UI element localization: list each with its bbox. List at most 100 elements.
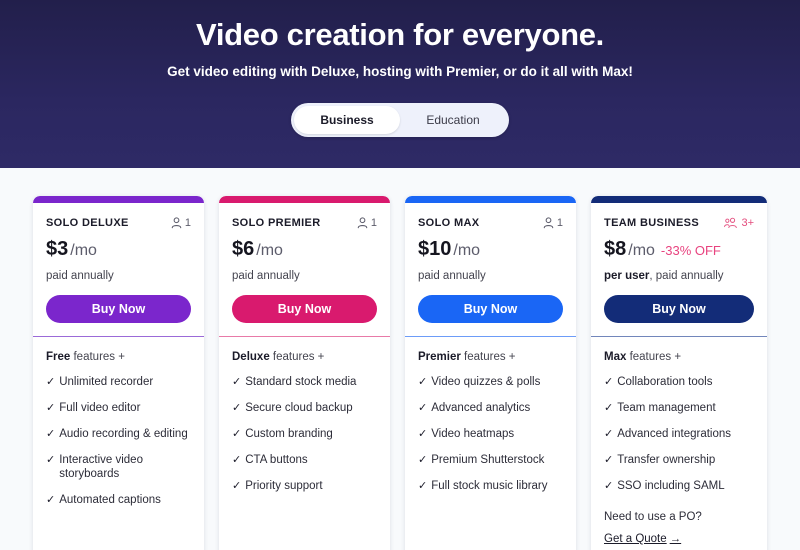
check-icon: ✓ bbox=[232, 376, 242, 388]
card-header: SOLO DELUXE 1 $3 /mo paid annually Buy N… bbox=[33, 203, 204, 336]
card-features: Free features + ✓ Unlimited recorder ✓ Ful… bbox=[33, 337, 204, 550]
seat-count-badge: 1 bbox=[543, 217, 563, 229]
feature-label: Transfer ownership bbox=[617, 454, 716, 466]
feature-label: Interactive video storyboards bbox=[59, 454, 143, 480]
check-icon: ✓ bbox=[418, 480, 428, 492]
buy-now-button[interactable]: Buy Now bbox=[604, 295, 754, 323]
seat-count-label: 1 bbox=[556, 217, 563, 229]
feature-label: Secure cloud backup bbox=[245, 402, 353, 414]
check-icon: ✓ bbox=[604, 402, 614, 414]
discount-badge: -33% OFF bbox=[660, 243, 721, 258]
feature-item: ✓ Full video editor bbox=[46, 401, 191, 415]
toggle-option-education[interactable]: Education bbox=[400, 106, 506, 134]
plan-name: SOLO PREMIER bbox=[232, 217, 321, 229]
price-period: /mo bbox=[453, 242, 481, 259]
feature-item: ✓ Collaboration tools bbox=[604, 375, 754, 389]
price-note: paid annually bbox=[418, 270, 486, 282]
card-header: SOLO PREMIER 1 $6 /mo paid annually Buy … bbox=[219, 203, 390, 336]
features-title: Free features + bbox=[46, 351, 191, 363]
price-amount: $3 bbox=[46, 238, 69, 260]
feature-label: Collaboration tools bbox=[617, 376, 713, 388]
feature-label: Unlimited recorder bbox=[59, 376, 154, 388]
check-icon: ✓ bbox=[418, 376, 428, 388]
feature-label: Priority support bbox=[245, 480, 323, 492]
feature-item: ✓ Premium Shutterstock bbox=[418, 453, 563, 467]
single-person-icon bbox=[543, 217, 554, 229]
plan-name: SOLO DELUXE bbox=[46, 217, 129, 229]
card-features: Max features + ✓ Collaboration tools ✓ Tea… bbox=[591, 337, 767, 550]
feature-label: Team management bbox=[617, 402, 716, 414]
feature-item: ✓ Standard stock media bbox=[232, 375, 377, 389]
check-icon: ✓ bbox=[232, 480, 242, 492]
feature-label: Premium Shutterstock bbox=[431, 454, 545, 466]
price-period: /mo bbox=[256, 242, 283, 259]
features-title-rest: features + bbox=[269, 351, 325, 363]
price-row: $6 /mo bbox=[232, 238, 377, 261]
pricing-card-solo-max: SOLO MAX 1 $10 /mo paid annually Buy Now bbox=[405, 196, 576, 550]
card-header: SOLO MAX 1 $10 /mo paid annually Buy Now bbox=[405, 203, 576, 336]
feature-item: ✓ Full stock music library bbox=[418, 479, 563, 493]
plan-name: TEAM BUSINESS bbox=[604, 217, 700, 229]
features-title-tier: Max bbox=[604, 351, 627, 363]
check-icon: ✓ bbox=[232, 402, 242, 414]
seat-count-badge: 1 bbox=[357, 217, 377, 229]
feature-label: Audio recording & editing bbox=[59, 428, 188, 440]
card-features: Deluxe features + ✓ Standard stock media … bbox=[219, 337, 390, 550]
feature-item: ✓ Audio recording & editing bbox=[46, 427, 191, 441]
buy-now-button[interactable]: Buy Now bbox=[232, 295, 377, 323]
features-title-tier: Premier bbox=[418, 351, 461, 363]
features-title-rest: features + bbox=[70, 351, 125, 363]
price-note: paid annually bbox=[46, 270, 114, 282]
price-note-rest: , paid annually bbox=[649, 270, 724, 282]
price-row: $8 /mo -33% OFF bbox=[604, 238, 754, 261]
feature-item: ✓ Video quizzes & polls bbox=[418, 375, 563, 389]
feature-label: Automated captions bbox=[59, 494, 161, 506]
buy-now-button[interactable]: Buy Now bbox=[46, 295, 191, 323]
price-amount: $10 bbox=[418, 238, 452, 260]
feature-item: ✓ Priority support bbox=[232, 479, 377, 493]
price-note: per user, paid annually bbox=[604, 270, 754, 282]
buy-now-button[interactable]: Buy Now bbox=[418, 295, 563, 323]
feature-item: ✓ SSO including SAML bbox=[604, 479, 754, 493]
pricing-card-solo-premier: SOLO PREMIER 1 $6 /mo paid annually Buy … bbox=[219, 196, 390, 550]
get-a-quote-link[interactable]: Get a Quote → bbox=[604, 533, 681, 545]
features-title-rest: features + bbox=[460, 351, 516, 363]
feature-label: Standard stock media bbox=[245, 376, 357, 388]
feature-item: ✓ Unlimited recorder bbox=[46, 375, 191, 389]
card-accent-bar bbox=[405, 196, 576, 203]
card-accent-bar bbox=[591, 196, 767, 203]
card-features: Premier features + ✓ Video quizzes & poll… bbox=[405, 337, 576, 550]
toggle-option-business[interactable]: Business bbox=[294, 106, 400, 134]
audience-toggle[interactable]: Business Education bbox=[291, 103, 509, 137]
feature-label: SSO including SAML bbox=[617, 480, 725, 492]
check-icon: ✓ bbox=[46, 402, 56, 414]
check-icon: ✓ bbox=[418, 428, 428, 440]
feature-label: CTA buttons bbox=[245, 454, 308, 466]
feature-item: ✓ Team management bbox=[604, 401, 754, 415]
pricing-card-team-business: TEAM BUSINESS 3+ $8 /mo -33% OFF per use… bbox=[591, 196, 767, 550]
seat-count-label: 3+ bbox=[741, 217, 754, 229]
check-icon: ✓ bbox=[46, 494, 56, 506]
feature-item: ✓ Custom branding bbox=[232, 427, 377, 441]
feature-label: Custom branding bbox=[245, 428, 333, 440]
price-amount: $8 bbox=[604, 238, 627, 260]
feature-item: ✓ Automated captions bbox=[46, 493, 191, 507]
po-question: Need to use a PO? bbox=[604, 511, 702, 523]
feature-item: ✓ Advanced analytics bbox=[418, 401, 563, 415]
check-icon: ✓ bbox=[46, 428, 56, 440]
feature-label: Full video editor bbox=[59, 402, 141, 414]
card-accent-bar bbox=[33, 196, 204, 203]
feature-item: ✓ Video heatmaps bbox=[418, 427, 563, 441]
features-title-tier: Deluxe bbox=[232, 351, 270, 363]
price-period: /mo bbox=[628, 242, 655, 259]
seat-count-badge: 3+ bbox=[724, 217, 754, 229]
card-accent-bar bbox=[219, 196, 390, 203]
check-icon: ✓ bbox=[418, 402, 428, 414]
pricing-cards: SOLO DELUXE 1 $3 /mo paid annually Buy N… bbox=[33, 196, 767, 550]
pricing-page: Video creation for everyone. Get video e… bbox=[0, 0, 800, 550]
single-person-icon bbox=[357, 217, 368, 229]
arrow-right-icon: → bbox=[669, 533, 682, 545]
check-icon: ✓ bbox=[604, 428, 614, 440]
feature-item: ✓ Transfer ownership bbox=[604, 453, 754, 467]
feature-label: Video heatmaps bbox=[431, 428, 515, 440]
